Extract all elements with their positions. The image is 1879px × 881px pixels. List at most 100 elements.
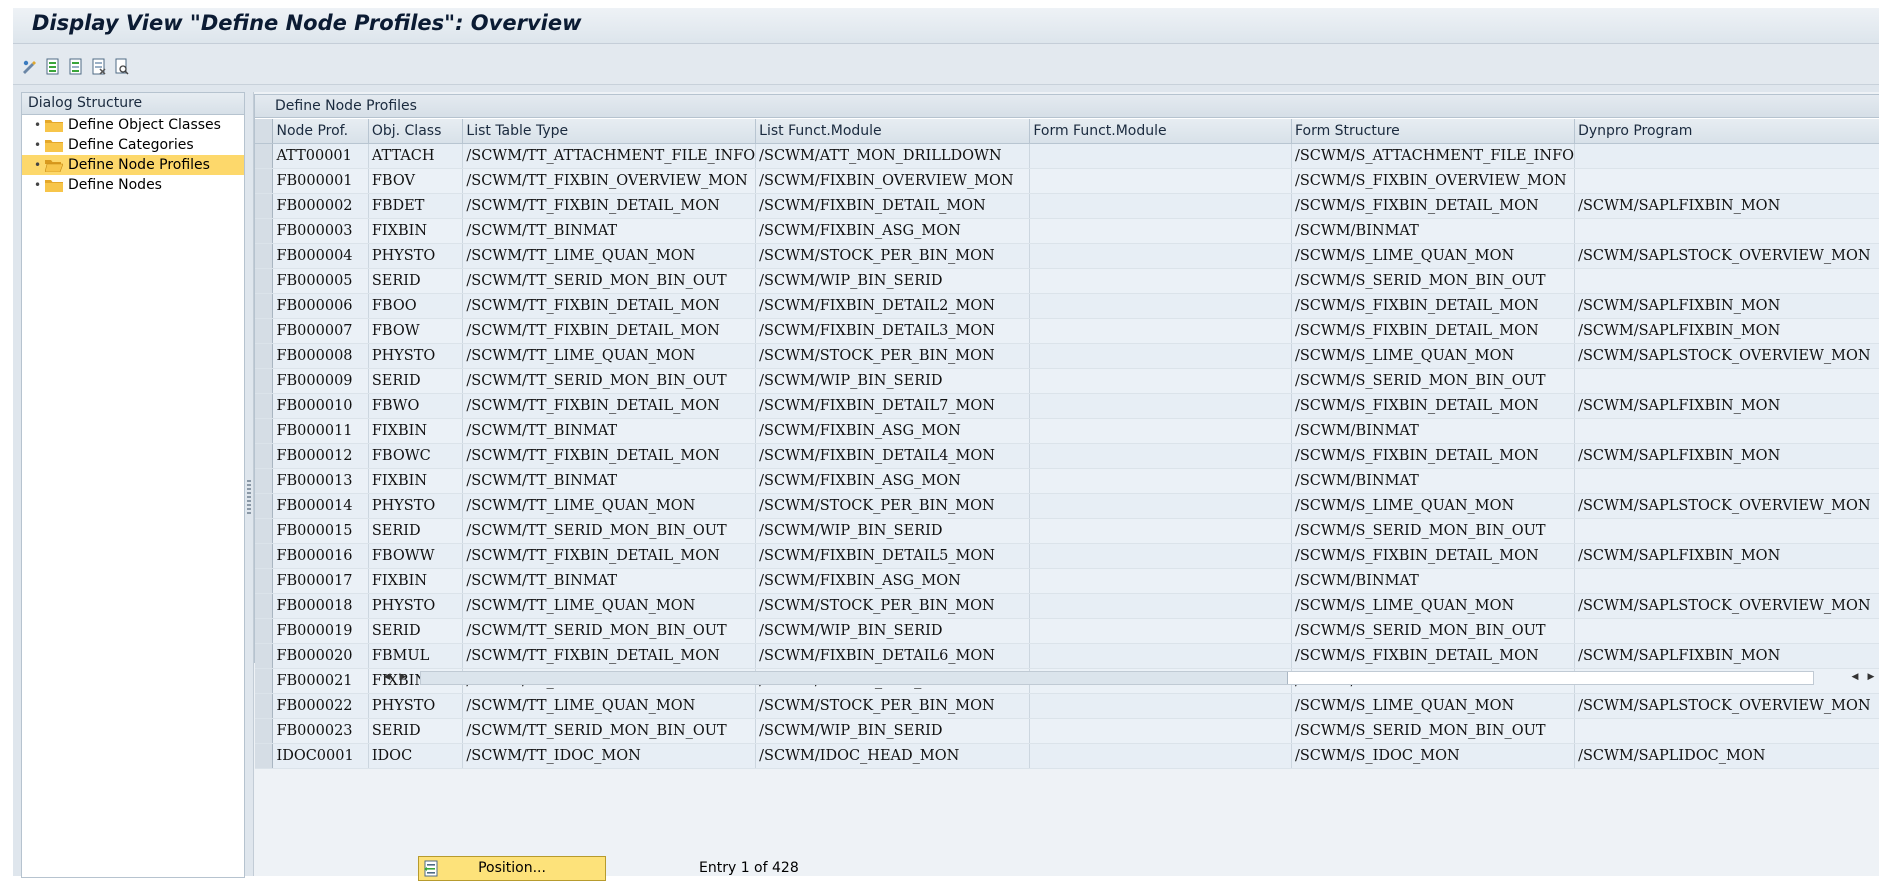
table-cell[interactable] [1029,593,1292,619]
table-cell[interactable] [1029,343,1292,369]
table-cell[interactable] [1574,218,1879,244]
table-cell[interactable]: /SCWM/TT_IDOC_MON [462,743,757,769]
column-header[interactable]: Form Funct.Module [1029,119,1292,144]
table-row[interactable]: FB000019 SERID/SCWM/TT_SERID_MON_BIN_OUT /… [255,618,1879,644]
table-cell[interactable]: /SCWM/SAPLFIXBIN_MON [1574,393,1879,419]
table-cell[interactable]: FBOV [368,168,464,194]
table-row[interactable]: FB000003 FIXBIN/SCWM/TT_BINMAT/SCWM/FIXBI… [255,218,1879,244]
table-cell[interactable] [1029,293,1292,319]
table-cell[interactable]: SERID [368,368,464,394]
table-cell[interactable]: /SCWM/S_SERID_MON_BIN_OUT [1291,368,1576,394]
table-cell[interactable] [1574,468,1879,494]
table-row[interactable]: FB000004 PHYSTO/SCWM/TT_LIME_QUAN_MON/SCW… [255,243,1879,269]
table-cell[interactable] [1029,468,1292,494]
row-selector[interactable] [255,518,274,544]
table-cell[interactable]: /SCWM/S_LIME_QUAN_MON [1291,693,1576,719]
row-selector[interactable] [255,343,274,369]
table-cell[interactable]: /SCWM/SAPLSTOCK_OVERVIEW_MON [1574,343,1879,369]
print-icon[interactable] [112,57,132,77]
table-cell[interactable]: FBMUL [368,643,464,669]
table-cell[interactable]: /SCWM/FIXBIN_ASG_MON [755,568,1031,594]
table-cell[interactable]: /SCWM/SAPLSTOCK_OVERVIEW_MON [1574,493,1879,519]
select-all-cell[interactable] [255,119,274,144]
table-cell[interactable]: FBWO [368,393,464,419]
table-cell[interactable]: FB000017 [272,568,369,594]
table-cell[interactable] [1029,268,1292,294]
column-header[interactable]: List Funct.Module [755,119,1031,144]
table-cell[interactable]: /SCWM/TT_ATTACHMENT_FILE_INFO [462,143,757,169]
table-cell[interactable]: /SCWM/FIXBIN_DETAIL4_MON [755,443,1031,469]
table-cell[interactable]: /SCWM/BINMAT [1291,418,1576,444]
scroll-left-icon[interactable]: ◀ [1848,669,1862,685]
table-cell[interactable]: FIXBIN [368,218,464,244]
table-cell[interactable] [1029,643,1292,669]
row-selector[interactable] [255,443,274,469]
row-selector[interactable] [255,668,274,694]
table-cell[interactable]: FB000016 [272,543,369,569]
tree-item-define-categories[interactable]: • Define Categories [22,135,244,155]
row-selector[interactable] [255,418,274,444]
table-cell[interactable]: /SCWM/STOCK_PER_BIN_MON [755,243,1031,269]
table-cell[interactable]: /SCWM/WIP_BIN_SERID [755,518,1031,544]
table-cell[interactable] [1029,168,1292,194]
table-row[interactable]: FB000007 FBOW/SCWM/TT_FIXBIN_DETAIL_MON/S… [255,318,1879,344]
table-cell[interactable] [1029,243,1292,269]
table-row[interactable]: FB000022 PHYSTO/SCWM/TT_LIME_QUAN_MON/SCW… [255,693,1879,719]
table-cell[interactable]: FIXBIN [368,418,464,444]
table-cell[interactable]: /SCWM/S_SERID_MON_BIN_OUT [1291,618,1576,644]
table-cell[interactable]: /SCWM/TT_BINMAT [462,468,757,494]
table-cell[interactable] [1029,493,1292,519]
table-cell[interactable] [1029,718,1292,744]
table-cell[interactable]: IDOC [368,743,464,769]
table-cell[interactable]: IDOC0001 [272,743,369,769]
scroll-right-icon[interactable]: ▶ [396,669,410,685]
row-selector[interactable] [255,743,274,769]
table-cell[interactable]: FB000012 [272,443,369,469]
table-cell[interactable]: /SCWM/SAPLSTOCK_OVERVIEW_MON [1574,593,1879,619]
table-cell[interactable]: FB000022 [272,693,369,719]
display-change-icon[interactable] [20,57,40,77]
row-selector[interactable] [255,693,274,719]
table-cell[interactable]: /SCWM/WIP_BIN_SERID [755,368,1031,394]
column-header[interactable]: Dynpro Program [1574,119,1879,144]
table-cell[interactable]: FB000013 [272,468,369,494]
table-cell[interactable]: /SCWM/SAPLFIXBIN_MON [1574,543,1879,569]
table-cell[interactable]: FBOO [368,293,464,319]
table-cell[interactable]: ATT00001 [272,143,369,169]
table-cell[interactable]: /SCWM/TT_BINMAT [462,568,757,594]
column-header[interactable]: Node Prof. [272,119,369,144]
column-header[interactable]: Form Structure [1291,119,1576,144]
position-button[interactable]: Position... [418,856,606,881]
table-cell[interactable]: /SCWM/FIXBIN_OVERVIEW_MON [755,168,1031,194]
table-cell[interactable]: /SCWM/FIXBIN_ASG_MON [755,218,1031,244]
table-cell[interactable] [1574,143,1879,169]
table-cell[interactable]: /SCWM/TT_FIXBIN_OVERVIEW_MON [462,168,757,194]
table-cell[interactable] [1029,218,1292,244]
table-cell[interactable] [1029,618,1292,644]
table-cell[interactable]: /SCWM/SAPLFIXBIN_MON [1574,643,1879,669]
table-row[interactable]: FB000012 FBOWC/SCWM/TT_FIXBIN_DETAIL_MON /… [255,443,1879,469]
table-cell[interactable]: FB000001 [272,168,369,194]
table-cell[interactable]: /SCWM/STOCK_PER_BIN_MON [755,593,1031,619]
table-cell[interactable]: FB000010 [272,393,369,419]
table-cell[interactable]: FBOWC [368,443,464,469]
table-cell[interactable]: /SCWM/WIP_BIN_SERID [755,268,1031,294]
table-cell[interactable] [1574,718,1879,744]
row-selector[interactable] [255,368,274,394]
table-cell[interactable] [1574,268,1879,294]
table-cell[interactable]: /SCWM/SAPLFIXBIN_MON [1574,443,1879,469]
table-cell[interactable] [1029,543,1292,569]
table-row[interactable]: FB000002 FBDET/SCWM/TT_FIXBIN_DETAIL_MON /… [255,193,1879,219]
row-selector[interactable] [255,493,274,519]
table-cell[interactable]: /SCWM/S_LIME_QUAN_MON [1291,243,1576,269]
table-row[interactable]: FB000018 PHYSTO/SCWM/TT_LIME_QUAN_MON/SCW… [255,593,1879,619]
table-row[interactable]: FB000016 FBOWW/SCWM/TT_FIXBIN_DETAIL_MON /… [255,543,1879,569]
deselect-all-icon[interactable] [89,57,109,77]
table-cell[interactable]: /SCWM/SAPLIDOC_MON [1574,743,1879,769]
table-cell[interactable] [1029,743,1292,769]
row-selector[interactable] [255,243,274,269]
table-cell[interactable]: /SCWM/IDOC_HEAD_MON [755,743,1031,769]
table-cell[interactable]: /SCWM/TT_SERID_MON_BIN_OUT [462,718,757,744]
table-cell[interactable]: /SCWM/TT_FIXBIN_DETAIL_MON [462,318,757,344]
table-cell[interactable]: /SCWM/FIXBIN_DETAIL3_MON [755,318,1031,344]
